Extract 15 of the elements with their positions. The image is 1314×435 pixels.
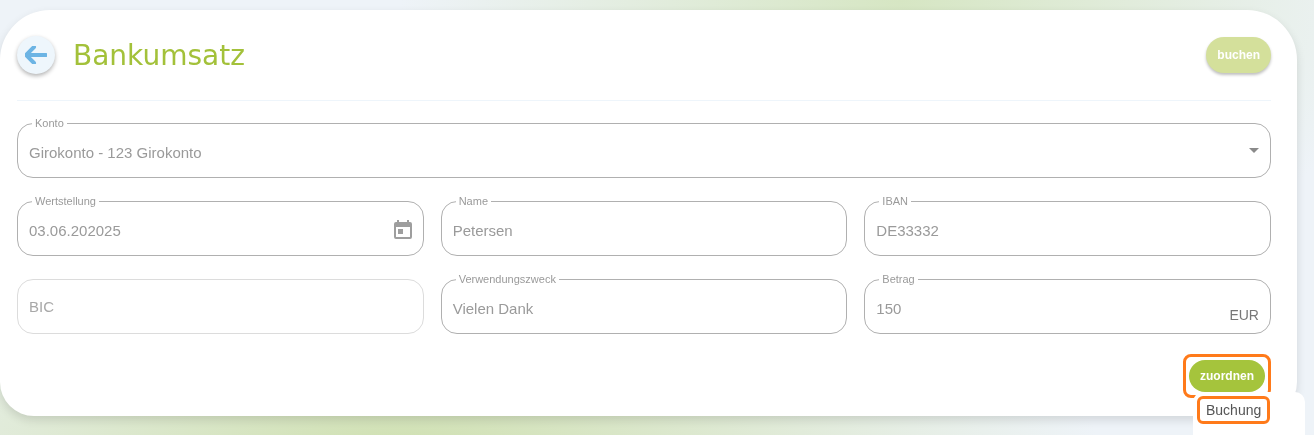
- back-arrow-icon: [25, 46, 47, 64]
- field-label: Wertstellung: [32, 194, 99, 208]
- assign-button[interactable]: zuordnen: [1189, 360, 1265, 392]
- field-label: Name: [455, 194, 491, 208]
- page-title: Bankumsatz: [73, 38, 246, 72]
- calendar-icon[interactable]: [393, 218, 412, 239]
- currency-unit: EUR: [1229, 307, 1259, 323]
- field-label: Konto: [32, 116, 67, 130]
- input-field[interactable]: BIC: [17, 279, 424, 334]
- menu-item[interactable]: Buchung: [1197, 396, 1271, 424]
- back-button[interactable]: [17, 36, 55, 74]
- dropdown-caret-icon[interactable]: [1249, 148, 1259, 153]
- field-label: Verwendungszweck: [455, 272, 559, 286]
- field-label: IBAN: [879, 194, 911, 208]
- field-label: Betrag: [879, 272, 918, 286]
